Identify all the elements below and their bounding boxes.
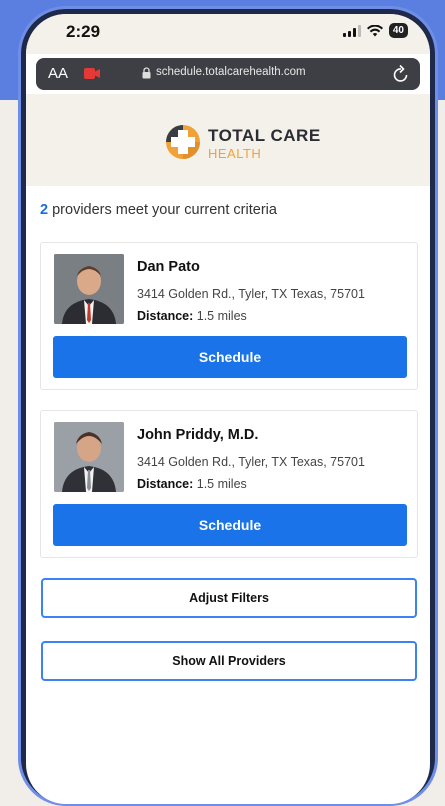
text-size-button[interactable]: AA <box>48 65 68 82</box>
wifi-icon <box>366 24 383 36</box>
provider-address: 3414 Golden Rd., Tyler, TX Texas, 75701 <box>137 287 365 301</box>
battery-icon: 40 <box>388 23 408 38</box>
logo-cross-icon <box>166 125 200 159</box>
results-summary: 2 providers meet your current criteria <box>40 202 277 218</box>
results-text: providers meet your current criteria <box>48 202 277 218</box>
schedule-button[interactable]: Schedule <box>53 336 407 378</box>
distance-value: 1.5 miles <box>193 477 247 491</box>
provider-name[interactable]: John Priddy, M.D. <box>137 427 258 443</box>
distance-label: Distance: <box>137 477 194 491</box>
camera-icon[interactable] <box>84 68 100 79</box>
logo-subtitle: HEALTH <box>208 146 262 161</box>
provider-avatar <box>54 254 124 324</box>
status-icons: 40 <box>342 23 408 38</box>
reload-icon[interactable] <box>392 64 410 84</box>
adjust-filters-button[interactable]: Adjust Filters <box>41 578 417 618</box>
provider-distance: Distance: 1.5 miles <box>137 477 247 491</box>
phone-screen: 2:29 40 AA schedule.totalcarehealth.com <box>26 14 430 804</box>
provider-card: Dan Pato 3414 Golden Rd., Tyler, TX Texa… <box>40 242 418 390</box>
provider-card: John Priddy, M.D. 3414 Golden Rd., Tyler… <box>40 410 418 558</box>
status-time: 2:29 <box>66 22 101 41</box>
browser-address-bar[interactable]: AA schedule.totalcarehealth.com <box>36 58 420 90</box>
logo-title: TOTAL CARE <box>208 126 321 145</box>
status-bar: 2:29 40 <box>26 14 430 54</box>
show-all-providers-button[interactable]: Show All Providers <box>41 641 417 681</box>
schedule-button[interactable]: Schedule <box>53 504 407 546</box>
provider-avatar <box>54 422 124 492</box>
provider-distance: Distance: 1.5 miles <box>137 309 247 323</box>
distance-label: Distance: <box>137 309 194 323</box>
provider-address: 3414 Golden Rd., Tyler, TX Texas, 75701 <box>137 455 365 469</box>
url-text[interactable]: schedule.totalcarehealth.com <box>156 66 306 78</box>
results-count: 2 <box>40 202 49 218</box>
provider-name[interactable]: Dan Pato <box>137 259 200 275</box>
lock-icon <box>142 67 151 79</box>
signal-icon <box>342 24 361 37</box>
distance-value: 1.5 miles <box>193 309 247 323</box>
